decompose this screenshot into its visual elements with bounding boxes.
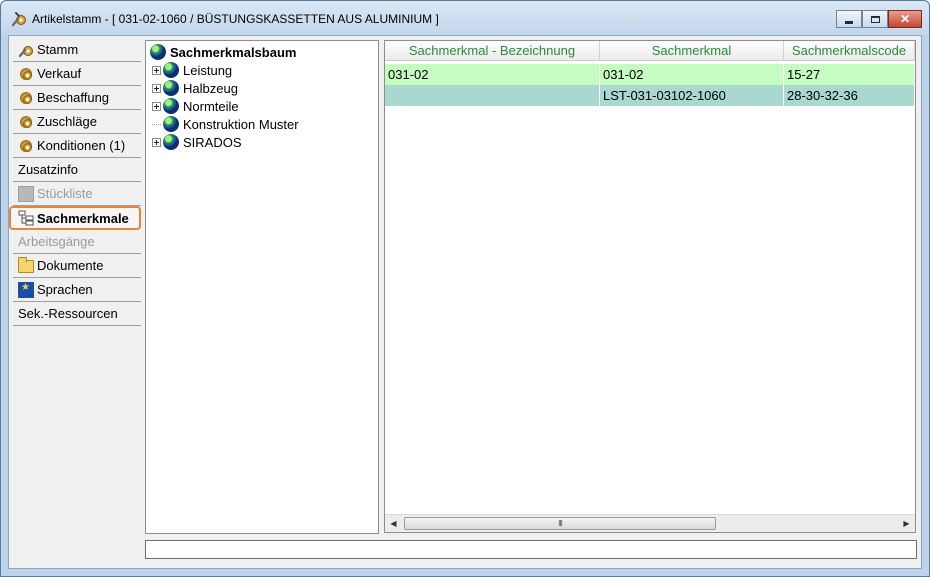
minimize-icon bbox=[845, 20, 853, 24]
scrollbar-thumb[interactable]: III bbox=[404, 517, 716, 530]
table-cell: LST-031-03102-1060 bbox=[600, 85, 784, 106]
table-cell: 28-30-32-36 bbox=[784, 85, 915, 106]
gear-icon bbox=[18, 90, 34, 106]
horizontal-scrollbar[interactable]: ◀ III ▶ bbox=[385, 514, 915, 532]
feature-tree[interactable]: Sachmerkmalsbaum Leistung Halbzeug Normt… bbox=[145, 40, 379, 534]
expand-icon[interactable] bbox=[152, 83, 161, 93]
globe-icon bbox=[163, 134, 179, 150]
wrench-gear-icon bbox=[18, 42, 34, 58]
tree-node-normteile[interactable]: Normteile bbox=[152, 98, 239, 114]
tree-root[interactable]: Sachmerkmalsbaum bbox=[150, 44, 296, 60]
table-row[interactable]: 031-02 031-02 15-27 bbox=[385, 64, 915, 85]
sidebar-item-label: Arbeitsgänge bbox=[18, 234, 95, 249]
globe-icon bbox=[150, 44, 166, 60]
sidebar-item-label: Stamm bbox=[37, 42, 79, 57]
sidebar-item-sek-ressourcen[interactable]: Sek.-Ressourcen bbox=[13, 302, 141, 326]
sidebar-item-zusatzinfo[interactable]: Zusatzinfo bbox=[13, 158, 141, 182]
sidebar-item-label: Beschaffung bbox=[37, 90, 110, 105]
sidebar-item-sachmerkmale[interactable]: Sachmerkmale bbox=[9, 206, 141, 230]
globe-icon bbox=[163, 62, 179, 78]
sidebar-item-label: Zusatzinfo bbox=[18, 162, 78, 177]
sidebar-item-stamm[interactable]: Stamm bbox=[13, 38, 141, 62]
globe-icon bbox=[163, 80, 179, 96]
sidebar-item-label: Dokumente bbox=[37, 258, 104, 273]
scroll-left-icon[interactable]: ◀ bbox=[385, 515, 402, 532]
window-title: Artikelstamm - [ 031-02-1060 / BÜSTUNGSK… bbox=[32, 12, 439, 26]
tree-structure-icon bbox=[18, 210, 34, 226]
sidebar-item-zuschlaege[interactable]: Zuschläge bbox=[13, 110, 141, 134]
maximize-icon bbox=[870, 15, 880, 23]
table-row[interactable]: LST-031-03102-1060 28-30-32-36 bbox=[385, 85, 915, 106]
expand-icon[interactable] bbox=[152, 65, 161, 75]
gear-icon bbox=[18, 114, 34, 130]
sidebar-item-beschaffung[interactable]: Beschaffung bbox=[13, 86, 141, 110]
sidebar-item-label: Zuschläge bbox=[37, 114, 97, 129]
sidebar-item-arbeitsgaenge[interactable]: Arbeitsgänge bbox=[13, 230, 141, 254]
globe-icon bbox=[163, 98, 179, 114]
client-area: Stamm Verkauf Beschaffung Zuschläge Kond… bbox=[8, 35, 922, 569]
eu-flag-icon bbox=[18, 281, 34, 298]
tree-node-leistung[interactable]: Leistung bbox=[152, 62, 232, 78]
grid-header: Sachmerkmal - Bezeichnung Sachmerkmal Sa… bbox=[385, 41, 915, 61]
sidebar-item-label: Stückliste bbox=[37, 186, 93, 201]
minimize-button[interactable] bbox=[836, 10, 862, 28]
folder-icon bbox=[18, 256, 34, 274]
main-window: Artikelstamm - [ 031-02-1060 / BÜSTUNGSK… bbox=[0, 0, 930, 577]
sidebar-item-stueckliste[interactable]: Stückliste bbox=[13, 182, 141, 206]
globe-icon bbox=[163, 116, 179, 132]
sidebar-item-verkauf[interactable]: Verkauf bbox=[13, 62, 141, 86]
sidebar-item-dokumente[interactable]: Dokumente bbox=[13, 254, 141, 278]
column-header[interactable]: Sachmerkmal bbox=[600, 41, 784, 61]
close-button[interactable]: ✕ bbox=[888, 10, 922, 28]
tree-node-label: Leistung bbox=[183, 62, 233, 78]
wrench-gear-icon bbox=[11, 11, 27, 27]
tree-node-label: Halbzeug bbox=[183, 80, 238, 96]
tree-node-label: Normteile bbox=[183, 98, 239, 114]
sidebar-item-sprachen[interactable]: Sprachen bbox=[13, 278, 141, 302]
table-cell: 031-02 bbox=[385, 64, 600, 85]
tree-node-label: Konstruktion Muster bbox=[183, 116, 299, 132]
sidebar-item-label: Sachmerkmale bbox=[37, 210, 129, 226]
sidebar-item-label: Sprachen bbox=[37, 282, 93, 297]
table-cell bbox=[385, 85, 600, 106]
gear-icon bbox=[18, 138, 34, 154]
scroll-right-icon[interactable]: ▶ bbox=[898, 515, 915, 532]
grey-square-icon bbox=[18, 185, 34, 202]
expand-icon[interactable] bbox=[152, 137, 161, 147]
table-cell: 15-27 bbox=[784, 64, 915, 85]
title-bar[interactable]: Artikelstamm - [ 031-02-1060 / BÜSTUNGSK… bbox=[1, 1, 929, 35]
tree-node-halbzeug[interactable]: Halbzeug bbox=[152, 80, 238, 96]
column-header[interactable]: Sachmerkmalscode bbox=[784, 41, 915, 61]
sidebar-item-konditionen[interactable]: Konditionen (1) bbox=[13, 134, 141, 158]
scroll-grip: III bbox=[558, 519, 563, 528]
sidebar-nav: Stamm Verkauf Beschaffung Zuschläge Kond… bbox=[9, 38, 141, 326]
tree-node-sirados[interactable]: SIRADOS bbox=[152, 134, 242, 150]
status-bar bbox=[145, 540, 917, 559]
expand-icon[interactable] bbox=[152, 101, 161, 111]
tree-connector bbox=[152, 123, 161, 125]
feature-grid[interactable]: Sachmerkmal - Bezeichnung Sachmerkmal Sa… bbox=[384, 40, 916, 533]
column-header[interactable]: Sachmerkmal - Bezeichnung bbox=[385, 41, 600, 61]
tree-node-label: SIRADOS bbox=[183, 134, 242, 150]
tree-node-konstruktion-muster[interactable]: Konstruktion Muster bbox=[152, 116, 299, 132]
maximize-button[interactable] bbox=[862, 10, 888, 28]
sidebar-item-label: Verkauf bbox=[37, 66, 82, 81]
sidebar-item-label: Konditionen (1) bbox=[37, 138, 126, 153]
gear-icon bbox=[18, 66, 34, 82]
tree-root-label: Sachmerkmalsbaum bbox=[170, 44, 297, 60]
table-cell: 031-02 bbox=[600, 64, 784, 85]
close-icon: ✕ bbox=[899, 12, 911, 26]
sidebar-item-label: Sek.-Ressourcen bbox=[18, 306, 118, 321]
